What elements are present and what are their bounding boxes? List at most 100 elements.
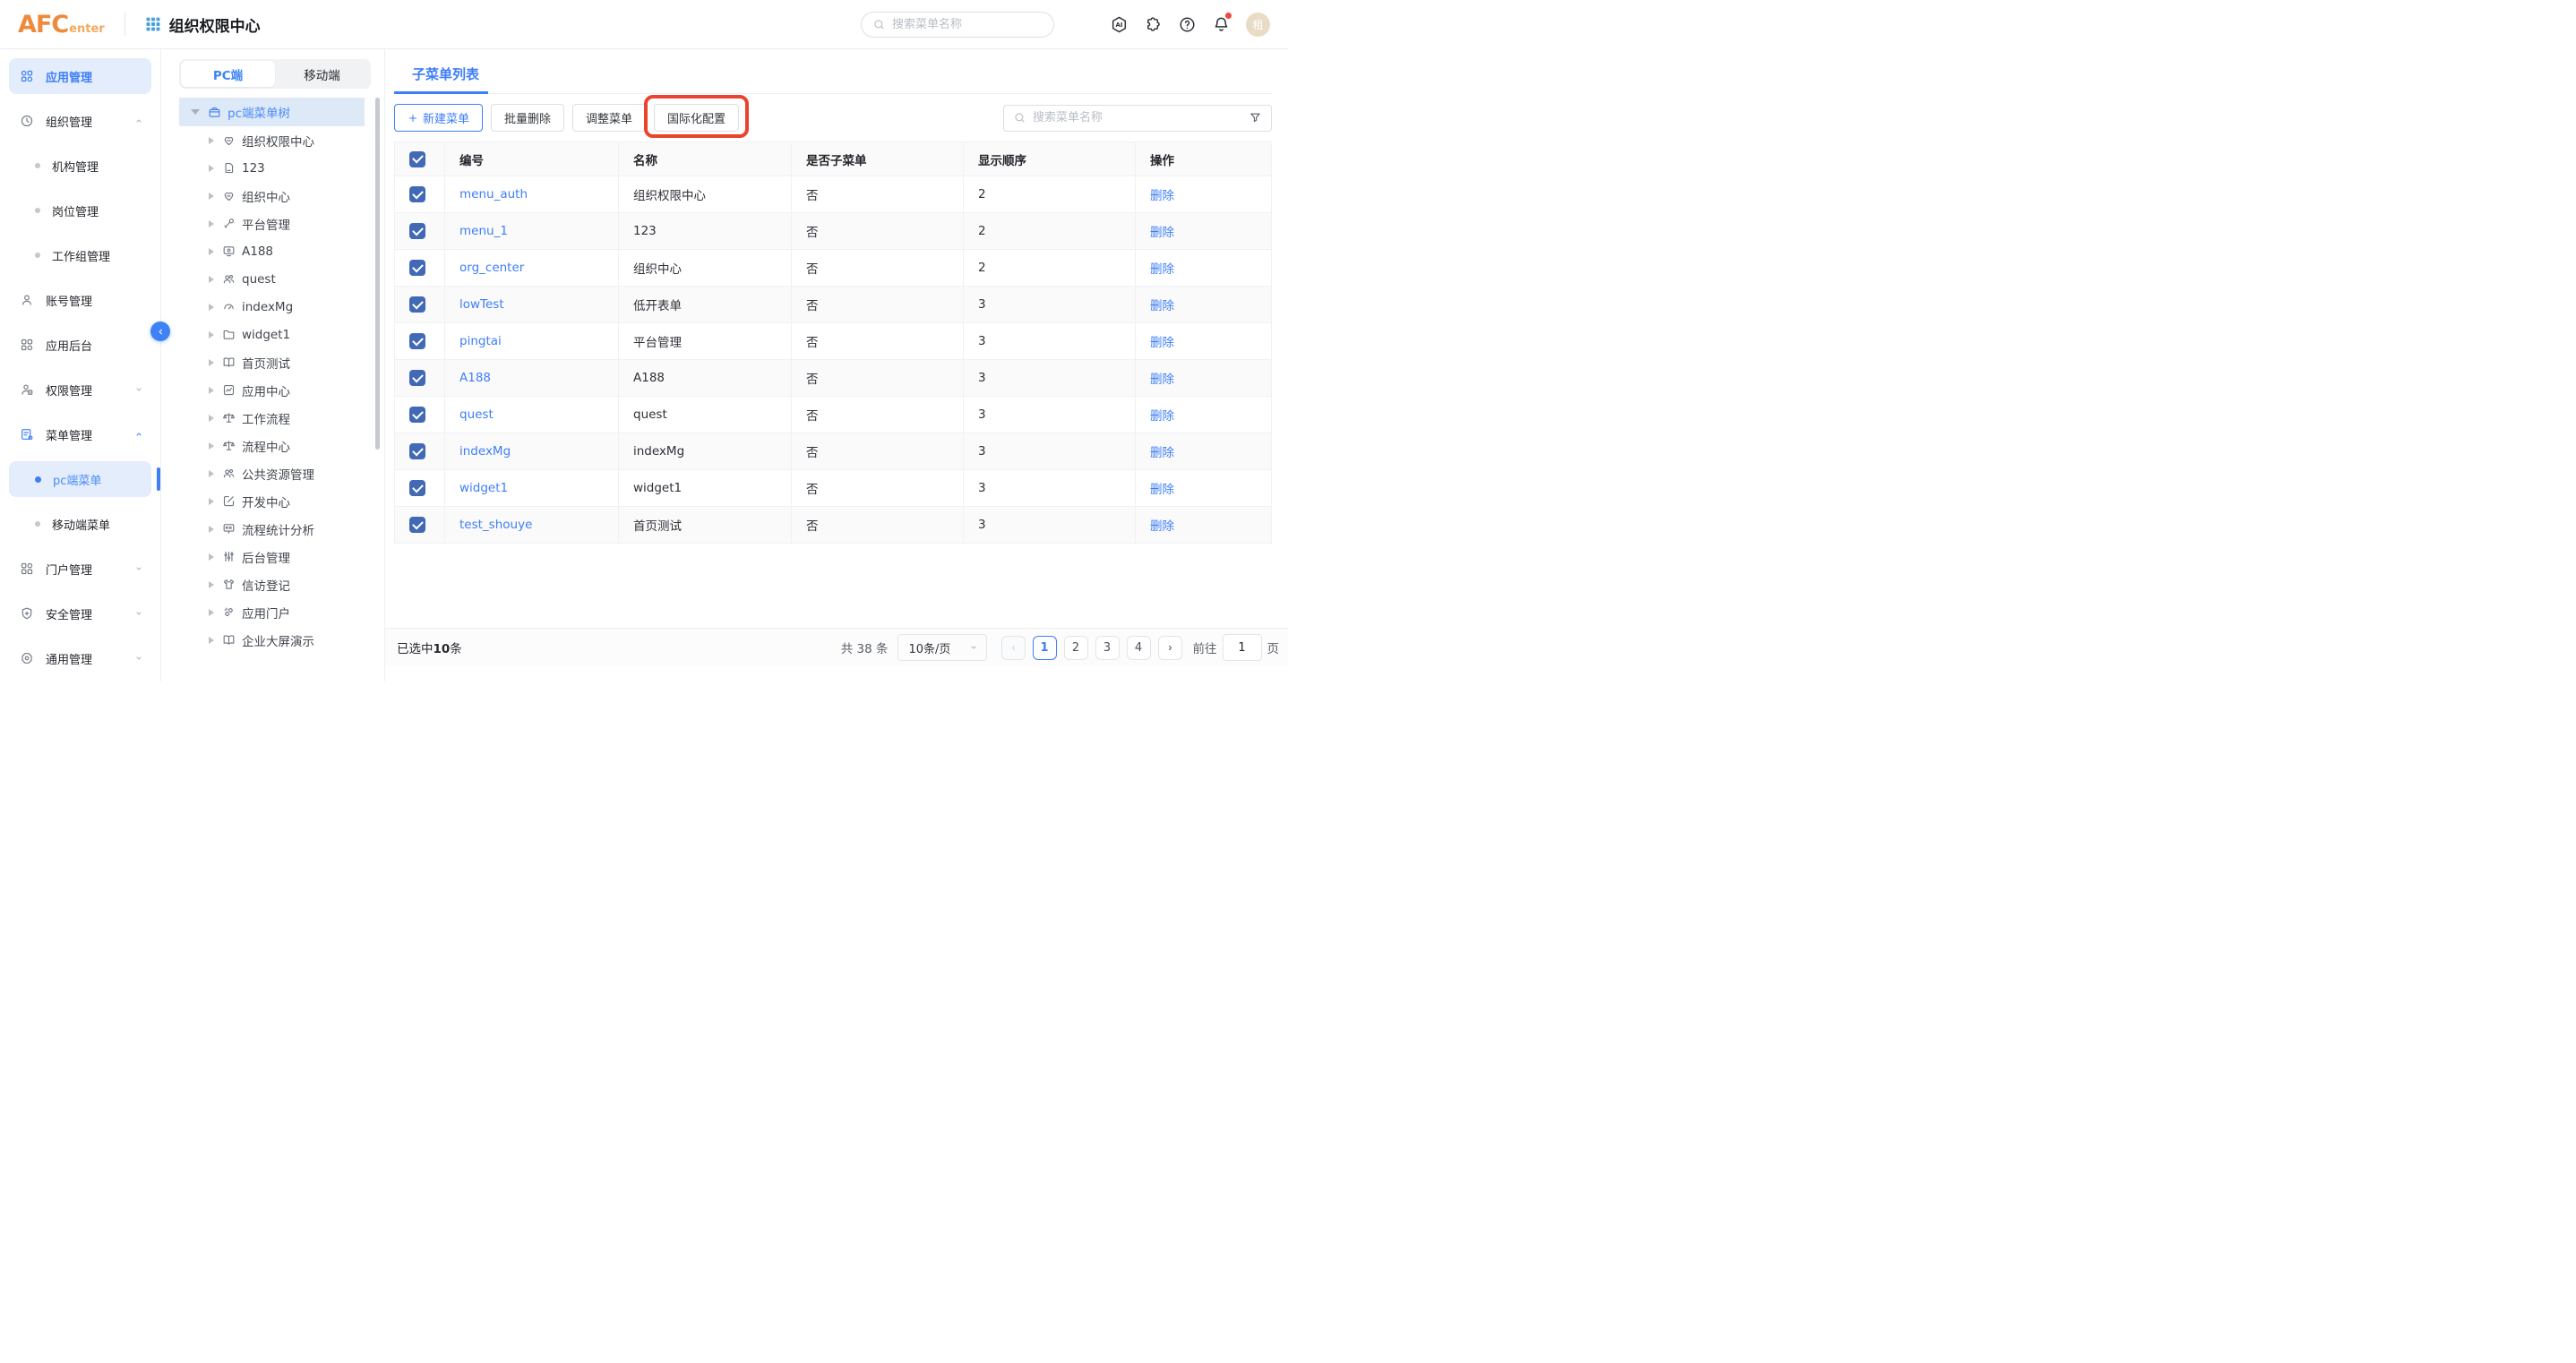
tab-mobile[interactable]: 移动端 [275,61,369,87]
global-search-input[interactable] [892,18,1043,31]
tree-node-org-auth-center[interactable]: 组织权限中心 [179,126,384,154]
row-checkbox[interactable] [409,296,425,313]
tree-node-home-test[interactable]: 首页测试 [179,348,384,376]
caret-right-icon[interactable] [209,248,214,255]
delete-link[interactable]: 删除 [1150,226,1174,240]
sidebar-item-workgroup-management[interactable]: 工作组管理 [9,237,151,273]
row-id-link[interactable]: widget1 [459,481,508,495]
notification-bell[interactable] [1212,15,1231,34]
help-icon[interactable] [1178,15,1197,34]
row-id-link[interactable]: lowTest [459,297,504,312]
caret-right-icon[interactable] [209,165,214,172]
tree-node-app-center[interactable]: 应用中心 [179,376,384,404]
row-id-link[interactable]: quest [459,407,494,422]
caret-right-icon[interactable] [209,331,214,339]
caret-right-icon[interactable] [209,387,214,394]
ai-assistant-icon[interactable]: AI [1110,15,1129,34]
sidebar-item-institution-management[interactable]: 机构管理 [9,148,151,184]
sidebar-item-app-backstage[interactable]: 应用后台 [9,327,151,363]
table-search-input[interactable] [1033,111,1242,124]
delete-link[interactable]: 删除 [1150,299,1174,313]
row-id-link[interactable]: org_center [459,261,524,275]
delete-link[interactable]: 删除 [1150,262,1174,277]
sidebar-item-account-management[interactable]: 账号管理 [9,282,151,318]
caret-right-icon[interactable] [209,220,214,227]
tree-node-123[interactable]: 123 [179,154,384,182]
caret-right-icon[interactable] [209,609,214,616]
goto-page-input[interactable] [1223,634,1262,661]
tree-node-org-center[interactable]: 组织中心 [179,182,384,210]
tree-node-process-stats[interactable]: 流程统计分析 [179,515,384,543]
caret-right-icon[interactable] [209,415,214,422]
row-checkbox[interactable] [409,517,425,533]
tree-node-public-resource[interactable]: 公共资源管理 [179,459,384,487]
sidebar-item-menu-management[interactable]: 菜单管理 [9,416,151,452]
tree-node-dev-center[interactable]: 开发中心 [179,487,384,515]
row-checkbox[interactable] [409,223,425,239]
delete-link[interactable]: 删除 [1150,519,1174,534]
tree-root-pc-menu-tree[interactable]: pc端菜单树 [179,98,365,126]
tree-node-process-center[interactable]: 流程中心 [179,432,384,459]
sidebar-item-general-management[interactable]: 通用管理 [9,640,151,676]
delete-link[interactable]: 删除 [1150,189,1174,203]
tab-pc[interactable]: PC端 [181,61,275,87]
tree-node-a188[interactable]: A188 [179,237,384,265]
tree-node-backstage-management[interactable]: 后台管理 [179,543,384,570]
sidebar-item-org-management[interactable]: 组织管理 [9,103,151,139]
next-page-button[interactable] [1158,636,1182,660]
select-all-checkbox[interactable] [409,151,425,167]
tree-node-platform-management[interactable]: 平台管理 [179,210,384,237]
prev-page-button[interactable] [1001,636,1026,660]
delete-link[interactable]: 删除 [1150,483,1174,497]
row-checkbox[interactable] [409,333,425,349]
page-button-4[interactable]: 4 [1127,636,1151,660]
tree-node-petition-register[interactable]: 信访登记 [179,570,384,598]
global-search[interactable] [861,12,1054,38]
plugin-icon[interactable] [1144,15,1163,34]
row-checkbox[interactable] [409,443,425,459]
tree-node-indexmg[interactable]: indexMg [179,293,384,321]
caret-down-icon[interactable] [191,109,200,115]
sidebar-item-post-management[interactable]: 岗位管理 [9,193,151,228]
sidebar-item-portal-management[interactable]: 门户管理 [9,551,151,587]
caret-right-icon[interactable] [209,304,214,311]
tree-node-workflow[interactable]: 工作流程 [179,404,384,432]
delete-link[interactable]: 删除 [1150,409,1174,424]
tree-node-widget1[interactable]: widget1 [179,321,384,348]
tree-scrollbar[interactable] [375,98,380,450]
caret-right-icon[interactable] [209,359,214,366]
sidebar-item-security-management[interactable]: 安全管理 [9,596,151,631]
sidebar-item-permission-management[interactable]: 权限管理 [9,372,151,407]
page-button-2[interactable]: 2 [1064,636,1088,660]
row-id-link[interactable]: menu_auth [459,187,528,201]
delete-link[interactable]: 删除 [1150,446,1174,460]
tree-node-enterprise-screen[interactable]: 企业大屏演示 [179,626,384,654]
i18n-config-button[interactable]: 国际化配置 [654,104,739,132]
caret-right-icon[interactable] [209,470,214,477]
caret-right-icon[interactable] [209,526,214,533]
adjust-menu-button[interactable]: 调整菜单 [572,104,646,132]
row-id-link[interactable]: A188 [459,371,491,385]
row-id-link[interactable]: indexMg [459,444,511,459]
page-size-select[interactable]: 10条/页 [897,634,987,661]
user-avatar[interactable]: 租 [1246,13,1270,37]
caret-right-icon[interactable] [209,581,214,588]
caret-right-icon[interactable] [209,498,214,505]
caret-right-icon[interactable] [209,137,214,144]
table-search[interactable] [1003,105,1272,132]
caret-right-icon[interactable] [209,442,214,450]
row-id-link[interactable]: pingtai [459,334,502,348]
caret-right-icon[interactable] [209,553,214,561]
row-checkbox[interactable] [409,186,425,202]
row-id-link[interactable]: test_shouye [459,518,532,532]
caret-right-icon[interactable] [209,193,214,200]
collapse-sidebar-button[interactable] [150,321,170,341]
row-checkbox[interactable] [409,480,425,496]
row-checkbox[interactable] [409,260,425,276]
new-menu-button[interactable]: 新建菜单 [394,104,483,132]
delete-link[interactable]: 删除 [1150,336,1174,350]
sidebar-item-pc-menu[interactable]: pc端菜单 [9,461,151,497]
caret-right-icon[interactable] [209,637,214,644]
row-checkbox[interactable] [409,407,425,423]
sidebar-item-mobile-menu[interactable]: 移动端菜单 [9,506,151,542]
